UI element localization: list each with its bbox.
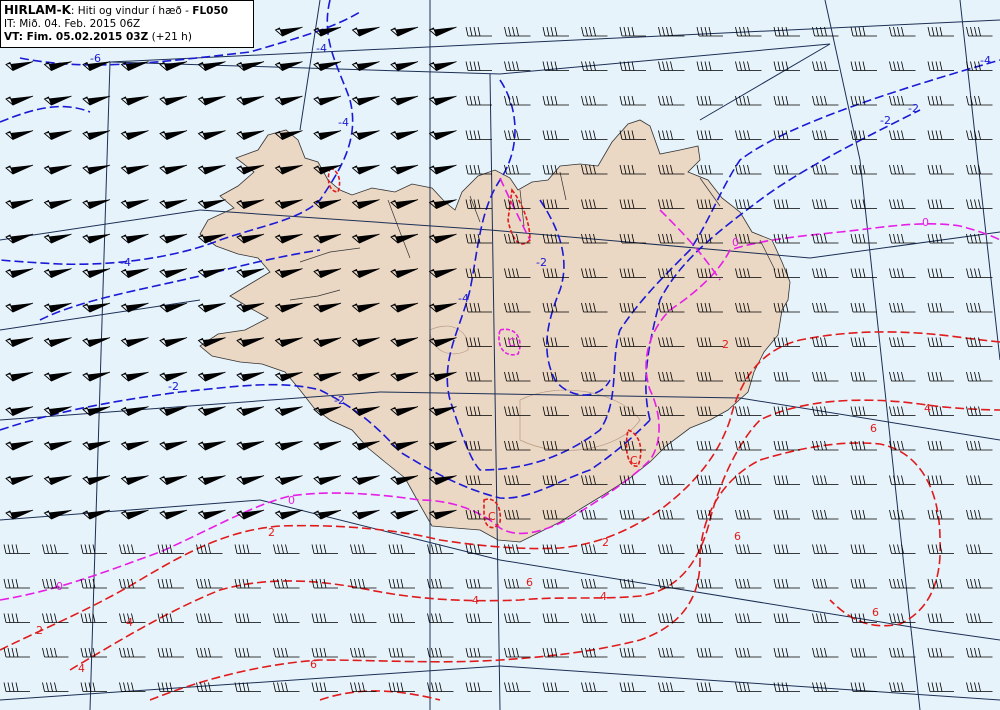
- valid-time-line: VT: Fim. 05.02.2015 03Z (+21 h): [4, 31, 250, 44]
- cold-core-label: C: [630, 454, 638, 467]
- contour-label: 6: [310, 658, 317, 671]
- valid-time: VT: Fim. 05.02.2015 03Z: [4, 31, 149, 43]
- contour-label: 2: [36, 624, 43, 637]
- cold-core-label: C: [508, 336, 516, 349]
- contour-label: 0: [922, 216, 929, 229]
- contour-label: 4: [472, 594, 479, 607]
- forecast-offset: (+21 h): [148, 31, 192, 43]
- contour-label: 0: [288, 494, 295, 507]
- contour-label: 6: [526, 576, 533, 589]
- flight-level: FL050: [192, 5, 229, 17]
- contour-label: 4: [600, 590, 607, 603]
- contour-label: -2: [908, 102, 919, 115]
- contour-label: 4: [924, 402, 931, 415]
- contour-label: 6: [734, 530, 741, 543]
- contour-label: -2: [880, 114, 891, 127]
- contour-label: 2: [602, 536, 609, 549]
- weather-map: -6 -4 -4 -4 -4 -2 -2 -2 -2 -4 -2 0 0 0 0…: [0, 0, 1000, 710]
- map-canvas: -6 -4 -4 -4 -4 -2 -2 -2 -2 -4 -2 0 0 0 0…: [0, 0, 1000, 710]
- contour-label: -4: [980, 54, 991, 67]
- issue-time: IT: Mið. 04. Feb. 2015 06Z: [4, 18, 141, 30]
- map-description: Hiti og vindur í hæð -: [74, 5, 193, 17]
- contour-label: 4: [78, 662, 85, 675]
- cold-core-label: C: [488, 510, 496, 523]
- contour-label: 0: [732, 236, 739, 249]
- contour-label: 6: [872, 606, 879, 619]
- contour-label: -2: [168, 380, 179, 393]
- contour-label: -6: [90, 52, 101, 65]
- contour-label: 0: [56, 580, 63, 593]
- contour-label: 2: [268, 526, 275, 539]
- contour-label: -2: [334, 394, 345, 407]
- contour-label: -4: [120, 256, 131, 269]
- map-info-box: HIRLAM-K: Hiti og vindur í hæð - FL050 I…: [0, 0, 254, 48]
- contour-label: -4: [458, 292, 469, 305]
- title-line: HIRLAM-K: Hiti og vindur í hæð - FL050: [4, 4, 250, 18]
- contour-label: -2: [536, 256, 547, 269]
- contour-label: 6: [870, 422, 877, 435]
- contour-label: -4: [316, 42, 327, 55]
- contour-label: -4: [338, 116, 349, 129]
- contour-label: 2: [722, 338, 729, 351]
- contour-label: 4: [126, 616, 133, 629]
- model-name: HIRLAM-K: [4, 3, 71, 17]
